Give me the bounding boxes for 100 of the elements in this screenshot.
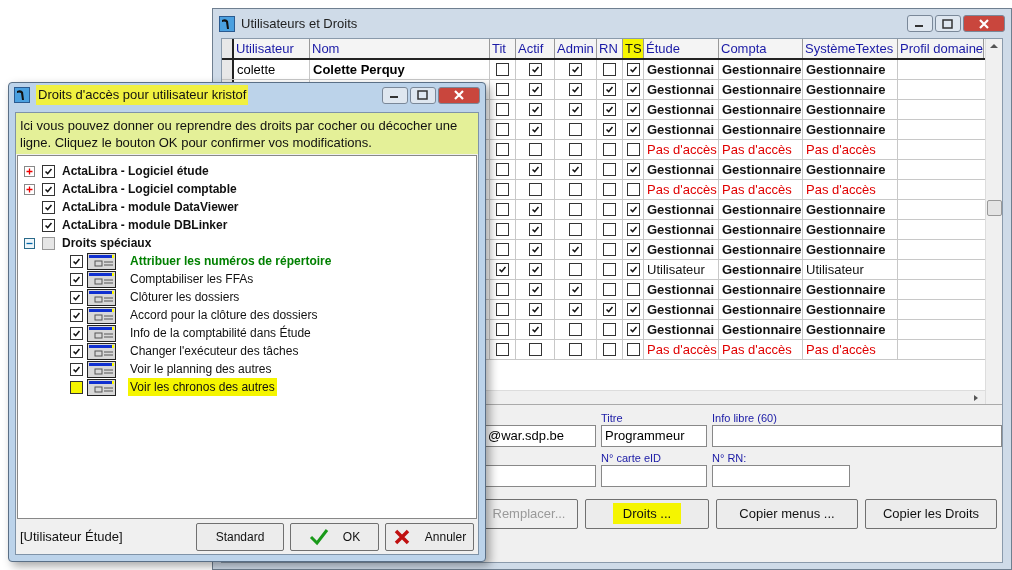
close-icon[interactable] [963, 15, 1005, 32]
checkbox[interactable] [569, 323, 582, 336]
checkbox[interactable] [626, 323, 640, 336]
checkbox[interactable] [70, 290, 83, 304]
checkbox[interactable] [569, 343, 582, 356]
tree-view[interactable] [17, 155, 477, 519]
column-header[interactable]: TS [623, 39, 644, 58]
checkbox[interactable] [626, 63, 640, 76]
checkbox[interactable] [70, 380, 83, 394]
tree-item[interactable]: ActaLibra - Logiciel comptable [62, 180, 237, 198]
tree-item[interactable]: ActaLibra - module DataViewer [62, 198, 239, 216]
scroll-thumb[interactable] [986, 200, 1002, 216]
checkbox[interactable] [528, 283, 542, 296]
checkbox[interactable] [569, 183, 582, 196]
checkbox[interactable] [603, 203, 616, 216]
dialog-button[interactable]: Annuler [385, 523, 474, 551]
column-header[interactable]: Profil domaine [898, 39, 984, 58]
tree-item[interactable]: Droits spéciaux [62, 234, 152, 252]
column-header[interactable]: Tit [490, 39, 516, 58]
checkbox[interactable] [70, 308, 83, 322]
checkbox[interactable] [626, 183, 640, 196]
input-field[interactable]: @war.sdp.be [484, 425, 596, 447]
checkbox[interactable] [528, 203, 542, 216]
checkbox[interactable] [496, 143, 509, 156]
checkbox[interactable] [603, 183, 616, 196]
column-header[interactable]: SystèmeTextes [803, 39, 898, 58]
checkbox[interactable] [528, 303, 542, 316]
checkbox[interactable] [496, 303, 509, 316]
checkbox[interactable] [603, 103, 616, 116]
tree-item[interactable]: ActaLibra - Logiciel étude [62, 162, 209, 180]
column-header[interactable]: Admin [555, 39, 597, 58]
checkbox[interactable] [603, 143, 616, 156]
scrollbar[interactable] [985, 39, 1002, 404]
checkbox[interactable] [496, 83, 509, 96]
checkbox[interactable] [626, 163, 640, 176]
checkbox[interactable] [528, 323, 542, 336]
checkbox[interactable] [528, 243, 542, 256]
checkbox[interactable] [70, 362, 83, 376]
checkbox[interactable] [569, 63, 582, 76]
tree-item[interactable]: Voir le planning des autres [128, 360, 274, 378]
maximize-icon[interactable] [935, 15, 961, 32]
tree-item[interactable]: Changer l'exécuteur des tâches [128, 342, 301, 360]
tree-item[interactable]: Info de la comptabilité dans Étude [128, 324, 313, 342]
checkbox[interactable] [496, 123, 509, 136]
column-header[interactable]: Nom [310, 39, 490, 58]
checkbox[interactable] [603, 283, 616, 296]
checkbox[interactable] [569, 123, 582, 136]
checkbox[interactable] [70, 272, 83, 286]
column-header[interactable]: Utilisateur [234, 39, 310, 58]
checkbox[interactable] [70, 344, 83, 358]
action-button[interactable]: Droits ... [585, 499, 709, 529]
column-header[interactable]: Compta [719, 39, 803, 58]
column-header[interactable]: Actif [516, 39, 555, 58]
close-icon[interactable] [438, 86, 480, 104]
checkbox[interactable] [603, 323, 616, 336]
checkbox[interactable] [569, 83, 582, 96]
tree-item[interactable]: Voir les chronos des autres [128, 378, 277, 396]
checkbox[interactable] [528, 103, 542, 116]
checkbox[interactable] [603, 263, 616, 276]
checkbox[interactable] [569, 203, 582, 216]
checkbox[interactable] [603, 63, 616, 76]
checkbox[interactable] [496, 63, 509, 76]
checkbox[interactable] [603, 83, 616, 96]
tree-item[interactable]: Attribuer les numéros de répertoire [128, 252, 334, 270]
tree-item[interactable]: Accord pour la clôture des dossiers [128, 306, 320, 324]
checkbox[interactable] [569, 163, 582, 176]
checkbox[interactable] [603, 343, 616, 356]
checkbox[interactable] [42, 182, 55, 196]
checkbox[interactable] [569, 303, 582, 316]
checkbox[interactable] [626, 203, 640, 216]
checkbox[interactable] [42, 236, 55, 250]
checkbox[interactable] [42, 218, 55, 232]
checkbox[interactable] [528, 123, 542, 136]
expand-icon[interactable] [24, 183, 35, 195]
action-button[interactable]: Copier menus ... [716, 499, 858, 529]
checkbox[interactable] [626, 243, 640, 256]
checkbox[interactable] [569, 103, 582, 116]
checkbox[interactable] [528, 183, 542, 196]
tree-item[interactable]: Clôturer les dossiers [128, 288, 242, 306]
checkbox[interactable] [496, 263, 509, 276]
checkbox[interactable] [626, 143, 640, 156]
tree-item[interactable]: Comptabiliser les FFAs [128, 270, 256, 288]
checkbox[interactable] [569, 223, 582, 236]
checkbox[interactable] [496, 103, 509, 116]
checkbox[interactable] [626, 83, 640, 96]
dialog-button[interactable]: Standard [196, 523, 284, 551]
checkbox[interactable] [626, 123, 640, 136]
checkbox[interactable] [496, 183, 509, 196]
checkbox[interactable] [569, 263, 582, 276]
checkbox[interactable] [528, 223, 542, 236]
checkbox[interactable] [569, 243, 582, 256]
checkbox[interactable] [496, 203, 509, 216]
checkbox[interactable] [603, 243, 616, 256]
input-field[interactable] [712, 425, 1002, 447]
checkbox[interactable] [528, 63, 542, 76]
checkbox[interactable] [603, 303, 616, 316]
checkbox[interactable] [626, 283, 640, 296]
column-header[interactable]: Étude [644, 39, 719, 58]
checkbox[interactable] [42, 200, 55, 214]
collapse-icon[interactable] [24, 237, 35, 249]
